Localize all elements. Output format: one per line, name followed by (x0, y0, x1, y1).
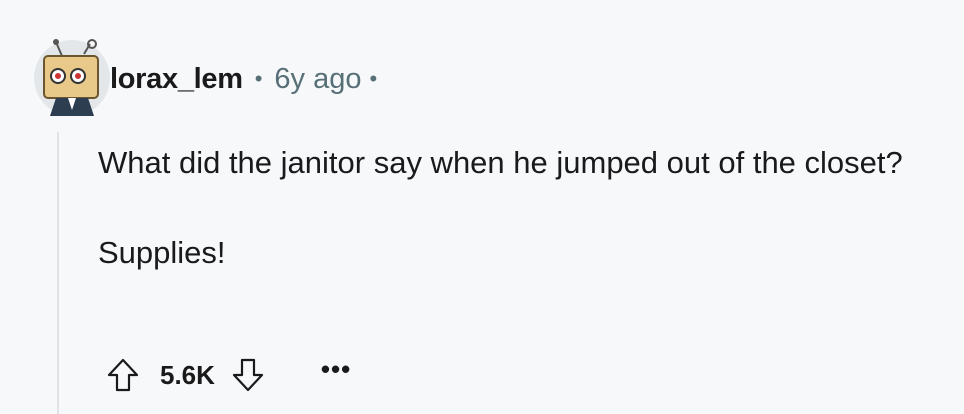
avatar[interactable] (32, 36, 114, 118)
comment-body: What did the janitor say when he jumped … (98, 140, 938, 275)
meta-separator: • (254, 66, 263, 91)
thread-line[interactable] (57, 132, 59, 414)
upvote-button[interactable] (106, 357, 140, 393)
downvote-button[interactable] (231, 357, 265, 393)
vote-score: 5.6K (160, 359, 215, 390)
arrow-up-outline-icon (107, 358, 139, 392)
author-username[interactable]: lorax_lem (110, 63, 243, 96)
comment-paragraph: Supplies! (98, 235, 226, 270)
more-options-button[interactable]: ••• (321, 356, 351, 382)
arrow-down-outline-icon (232, 358, 264, 392)
comment-header: lorax_lem • 6y ago • (110, 60, 377, 98)
comment-actions: 5.6K ••• (106, 355, 351, 395)
meta-separator-trailing: • (369, 66, 378, 91)
comment-age[interactable]: 6y ago (274, 63, 361, 96)
comment-paragraph: What did the janitor say when he jumped … (98, 145, 903, 180)
